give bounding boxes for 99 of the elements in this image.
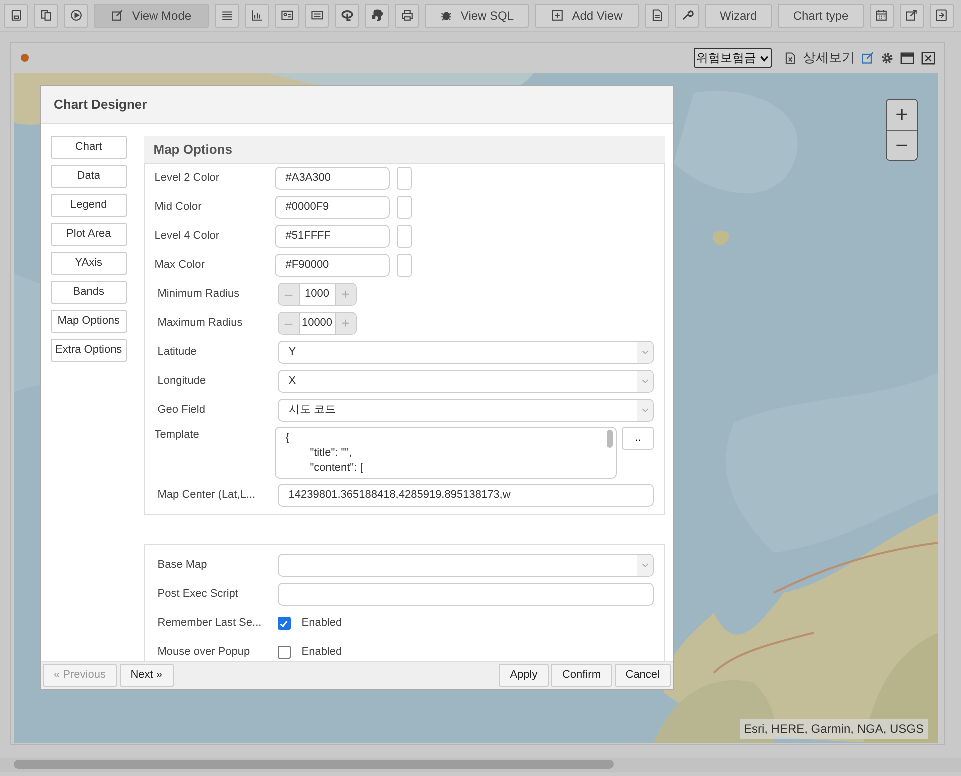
field-label: Post Exec Script <box>158 587 240 602</box>
nav-button[interactable]: Plot Area <box>51 223 127 246</box>
toolbar-icon-button[interactable] <box>645 4 669 28</box>
nav-button[interactable]: Chart <box>51 136 127 159</box>
nav-button[interactable]: Data <box>51 165 127 188</box>
play-icon <box>70 9 82 22</box>
toolbar-button[interactable]: Chart type <box>778 4 864 28</box>
calendar-icon <box>875 9 888 22</box>
dialog-title: Chart Designer <box>41 86 673 124</box>
toolbar-icon-button[interactable] <box>215 4 239 28</box>
document-icon <box>650 9 664 22</box>
dropdown[interactable]: X <box>278 370 654 393</box>
toolbar-icon-button[interactable] <box>34 4 58 28</box>
toolbar-icon-button[interactable] <box>4 4 28 28</box>
maximize-icon <box>900 50 915 66</box>
footer-button[interactable]: Cancel <box>614 664 671 687</box>
toolbar-icon-button[interactable] <box>275 4 299 28</box>
text-input[interactable] <box>278 583 654 606</box>
edit-icon <box>861 51 875 65</box>
nav-button[interactable]: Extra Options <box>51 339 127 362</box>
toolbar-icon-button[interactable] <box>305 4 329 28</box>
nav-button[interactable]: Legend <box>51 194 127 217</box>
checkbox-label: Enabled <box>302 645 342 660</box>
status-dot <box>21 54 29 62</box>
check-icon <box>279 618 290 628</box>
text-input[interactable]: 14239801.365188418,4285919.895138173,w <box>278 484 654 507</box>
field-label: Latitude <box>158 345 198 360</box>
toolbar-icon-button[interactable] <box>64 4 88 28</box>
print-icon <box>400 9 414 22</box>
detail-link[interactable]: 상세보기 <box>803 48 855 68</box>
color-swatch[interactable] <box>396 196 412 219</box>
zoom-out-button[interactable]: − <box>887 130 917 160</box>
toolbar-icon-button[interactable] <box>870 4 894 28</box>
footer-button[interactable]: Next » <box>120 664 174 687</box>
toolbar-icon-button[interactable] <box>900 4 924 28</box>
section-title: Map Options <box>144 136 665 164</box>
color-swatch[interactable] <box>396 167 412 190</box>
field-label: Base Map <box>158 558 208 574</box>
toolbar-icon-button[interactable] <box>335 4 359 28</box>
toolbar-icon-button[interactable] <box>675 4 699 28</box>
wrench-icon <box>680 9 694 22</box>
checkbox[interactable] <box>278 646 291 659</box>
nav-button[interactable]: YAxis <box>51 252 127 275</box>
map-attribution: Esri, HERE, Garmin, NGA, USGS <box>740 719 928 739</box>
field-label: Remember Last Se... <box>158 616 263 632</box>
plus-square-icon <box>551 9 564 22</box>
toolbar-icon-button[interactable] <box>395 4 419 28</box>
field-label: Mid Color <box>154 200 203 216</box>
more-button[interactable]: .. <box>622 427 654 450</box>
toolbar-button[interactable]: Add View <box>535 4 639 28</box>
export-icon <box>935 9 948 22</box>
scrollbar-thumb[interactable] <box>14 760 614 769</box>
close-icon <box>921 50 936 66</box>
edit-icon <box>111 9 124 22</box>
card-icon <box>310 9 324 22</box>
checkbox-label: Enabled <box>302 616 342 632</box>
toolbar-icon-button[interactable] <box>930 4 954 28</box>
footer-button[interactable]: Confirm <box>551 664 612 687</box>
ring-icon <box>340 9 354 22</box>
field-label: Level 2 Color <box>154 171 221 186</box>
field-label: Template <box>154 428 200 443</box>
nav-button[interactable]: Map Options <box>51 310 127 333</box>
measure-dropdown[interactable]: 위험보험금 <box>694 48 772 68</box>
toolbar-icon-button[interactable] <box>245 4 269 28</box>
footer-button[interactable]: Apply <box>499 664 549 687</box>
color-input[interactable]: #F90000 <box>274 254 390 277</box>
dropdown[interactable]: Y <box>278 341 654 364</box>
copy-icon <box>40 9 52 22</box>
list-icon <box>220 9 234 22</box>
field-label: Maximum Radius <box>158 316 244 332</box>
field-label: Map Center (Lat,L... <box>158 488 257 504</box>
color-input[interactable]: #51FFFF <box>274 225 390 248</box>
toolbar-button[interactable]: View SQL <box>425 4 529 28</box>
id-card-icon <box>280 9 294 22</box>
field-label: Longitude <box>158 374 208 390</box>
field-label: Mouse over Popup <box>158 645 252 660</box>
field-label: Level 4 Color <box>154 229 221 244</box>
checkbox[interactable] <box>278 617 291 630</box>
scrollbar-thumb[interactable] <box>607 430 613 448</box>
field-label: Max Color <box>154 258 206 274</box>
field-label: Geo Field <box>158 403 206 418</box>
share-icon <box>905 9 918 22</box>
save-icon <box>10 9 22 22</box>
color-swatch[interactable] <box>396 254 412 277</box>
bar-chart-icon <box>250 9 264 22</box>
toolbar-button[interactable]: Wizard <box>705 4 772 28</box>
color-input[interactable]: #0000F9 <box>274 196 390 219</box>
caret-icon <box>760 54 769 64</box>
field-label: Minimum Radius <box>158 287 241 302</box>
color-input[interactable]: #A3A300 <box>274 167 390 190</box>
bug-icon <box>440 9 453 22</box>
template-textarea[interactable]: { "title": "", "content": [ <box>274 427 617 479</box>
dropdown[interactable]: 시도 코드 <box>278 399 654 422</box>
toolbar-button[interactable]: View Mode <box>94 4 209 28</box>
settings-icon[interactable] <box>881 52 894 64</box>
nav-button[interactable]: Bands <box>51 281 127 304</box>
excel-file-icon <box>784 52 797 64</box>
color-swatch[interactable] <box>396 225 412 248</box>
toolbar-icon-button[interactable] <box>365 4 389 28</box>
